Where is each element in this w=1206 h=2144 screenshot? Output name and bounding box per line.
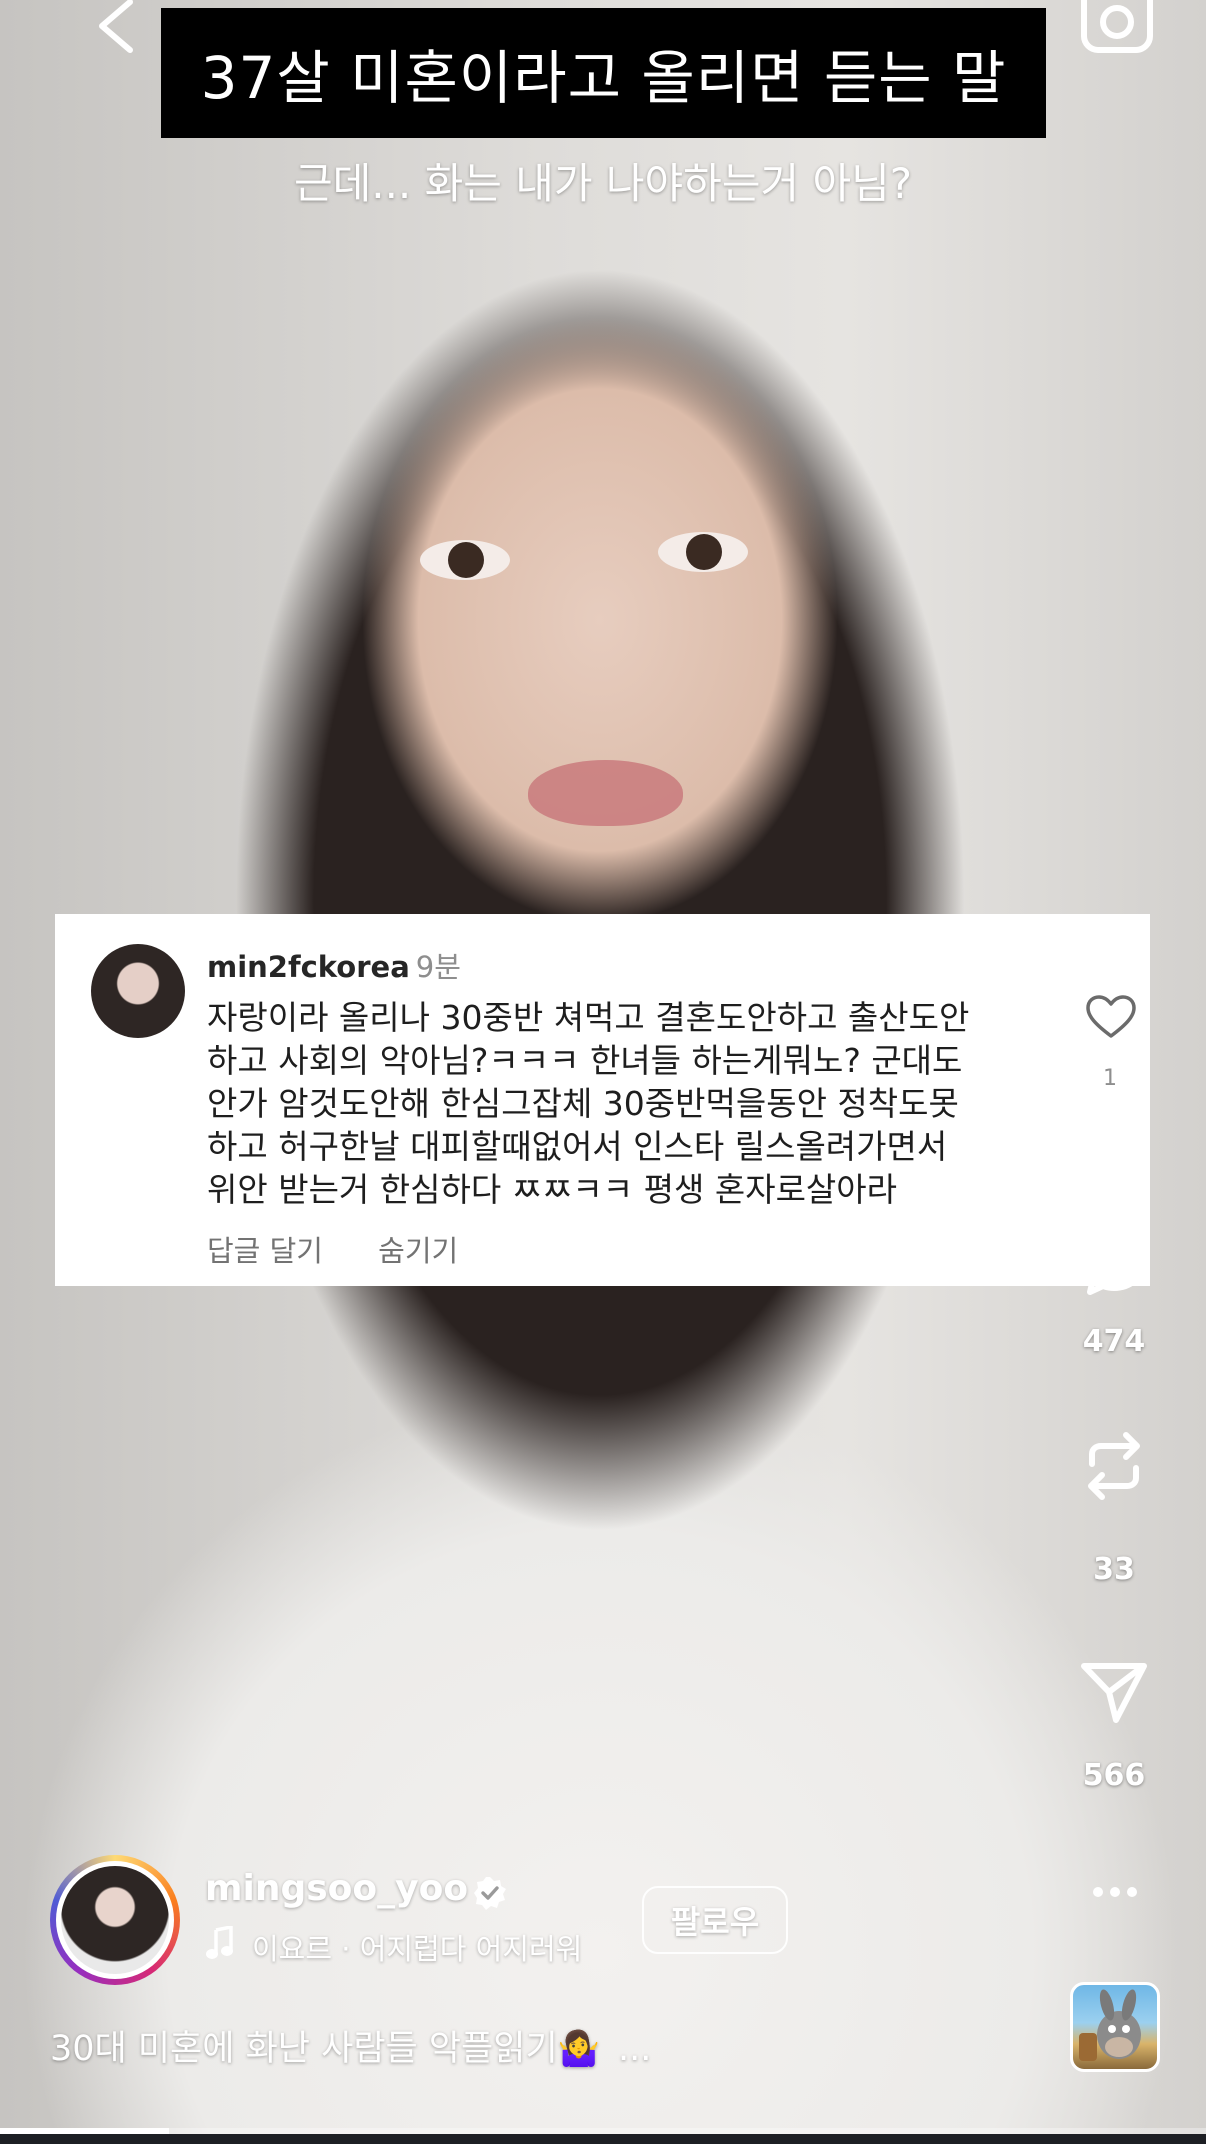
comment-avatar[interactable]: [91, 944, 185, 1038]
comment-like-count: 1: [1103, 1066, 1117, 1091]
reply-button[interactable]: 답글 달기: [207, 1234, 323, 1268]
comment-line: 하고 사회의 악아님?ㅋㅋㅋ 한녀들 하는게뭐노? 군대도: [207, 1041, 963, 1080]
follow-button[interactable]: 팔로우: [642, 1886, 788, 1954]
video-lips: [528, 760, 683, 826]
shares-count: 566: [1082, 1758, 1146, 1793]
caption[interactable]: 30대 미혼에 화난 사람들 악플읽기🤷‍♀️...: [50, 2020, 651, 2071]
overlay-title-box: 37살 미혼이라고 올리면 듣는 말: [161, 8, 1046, 138]
comment-line: 자랑이라 올리나 30중반 쳐먹고 결혼도안하고 출산도안: [207, 998, 970, 1037]
audio-thumbnail[interactable]: [1070, 1982, 1160, 2072]
comment-actions: 답글 달기 숨기기: [207, 1228, 504, 1270]
comment-time: 9분: [415, 950, 461, 984]
author-username[interactable]: mingsoo_yoo: [205, 1868, 468, 1909]
caption-text: 30대 미혼에 화난 사람들 악플읽기: [50, 2029, 558, 2069]
video-eye-left: [420, 540, 510, 580]
author-avatar[interactable]: [50, 1855, 180, 1985]
donkey-illustration-icon: [1079, 1989, 1141, 2061]
reposts-count: 33: [1093, 1552, 1135, 1587]
more-horizontal-icon[interactable]: [1090, 1872, 1140, 1912]
comment-username[interactable]: min2fckorea: [207, 950, 410, 984]
music-track[interactable]: 이요르 · 어지럽다 어지러워: [252, 1926, 582, 1968]
chevron-left-icon[interactable]: [92, 0, 142, 56]
hide-button[interactable]: 숨기기: [378, 1234, 458, 1268]
camera-icon[interactable]: [1080, 0, 1154, 54]
comment-header: min2fckorea 9분: [207, 944, 461, 986]
heart-icon[interactable]: [1085, 994, 1137, 1040]
comment-body: 자랑이라 올리나 30중반 쳐먹고 결혼도안하고 출산도안 하고 사회의 악아님…: [207, 996, 1107, 1211]
overlay-subtitle: 근데... 화는 내가 나야하는거 아님?: [293, 159, 913, 208]
comment-bubble-icon[interactable]: [1078, 1228, 1150, 1300]
video-eye-right: [658, 532, 748, 572]
comment-line: 위안 받는거 한심하다 ㅉㅉㅋㅋ 평생 혼자로살아라: [207, 1170, 898, 1209]
comments-count: 474: [1082, 1324, 1146, 1359]
comment-line: 하고 허구한날 대피할때없어서 인스타 릴스올려가면서: [207, 1127, 948, 1166]
comment-line: 안가 암것도안해 한심그잡체 30중반먹을동안 정착도못: [207, 1084, 959, 1123]
comment-card: min2fckorea 9분 자랑이라 올리나 30중반 쳐먹고 결혼도안하고 출…: [55, 914, 1150, 1286]
author-avatar-image: [61, 1866, 169, 1974]
caption-more[interactable]: ...: [618, 2029, 651, 2069]
send-icon[interactable]: [1078, 1656, 1150, 1728]
overlay-title: 37살 미혼이라고 올리면 듣는 말: [200, 44, 1007, 112]
music-note-icon: [206, 1926, 233, 1959]
home-indicator-bar: [0, 2134, 1206, 2144]
repost-icon[interactable]: [1078, 1430, 1150, 1502]
verified-badge-icon: [474, 1877, 506, 1910]
caption-emoji: 🤷‍♀️: [557, 2029, 600, 2069]
